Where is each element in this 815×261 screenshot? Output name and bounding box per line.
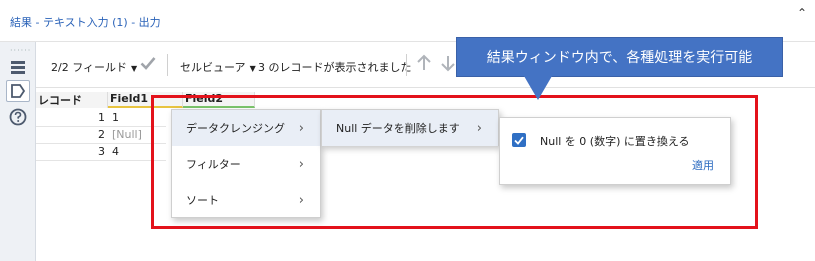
menu-item-label: ソート bbox=[186, 194, 219, 207]
scroll-down-button[interactable] bbox=[440, 54, 456, 75]
menu-item-data-cleansing[interactable]: データクレンジング › bbox=[172, 110, 320, 146]
toolbar-divider bbox=[167, 54, 168, 76]
row-number: 2 bbox=[98, 128, 105, 141]
checkmark-icon bbox=[514, 136, 524, 145]
tag-icon bbox=[11, 84, 26, 98]
fields-dropdown[interactable]: 2/2 フィールド ▼ bbox=[51, 59, 137, 75]
row-divider bbox=[36, 143, 166, 144]
cell-viewer-dropdown[interactable]: セルビューア ▼ bbox=[180, 59, 256, 75]
results-sidebar: ······ bbox=[0, 42, 36, 261]
checkmark-icon bbox=[140, 57, 156, 70]
apply-link[interactable]: 適用 bbox=[692, 157, 714, 173]
chevron-down-icon: ▼ bbox=[249, 64, 256, 73]
fields-label: 2/2 フィールド bbox=[51, 61, 127, 74]
callout-pointer bbox=[524, 76, 552, 100]
table-cell[interactable]: 1 bbox=[112, 111, 119, 125]
field1-column-header[interactable]: Field1 bbox=[108, 92, 183, 108]
submenu: Null データを削除します › bbox=[321, 109, 499, 146]
record-column-header[interactable]: レコード bbox=[36, 92, 108, 108]
table-cell[interactable]: [Null] bbox=[112, 128, 142, 142]
replace-null-label: Null を 0 (数字) に置き換える bbox=[540, 135, 690, 148]
submenu-item-label: Null データを削除します bbox=[336, 122, 460, 135]
records-count: 3 のレコードが表示されました bbox=[258, 61, 412, 74]
menu-item-sort[interactable]: ソート › bbox=[172, 182, 320, 218]
list-icon bbox=[11, 61, 25, 74]
scroll-up-button[interactable] bbox=[416, 54, 432, 75]
null-replace-panel: Null を 0 (数字) に置き換える 適用 bbox=[499, 117, 731, 185]
row-number: 1 bbox=[98, 111, 105, 124]
table-cell[interactable]: 4 bbox=[112, 145, 119, 159]
list-view-button[interactable] bbox=[6, 56, 30, 78]
arrow-up-icon bbox=[417, 54, 431, 70]
grip-icon: ······ bbox=[10, 46, 32, 55]
row-number: 3 bbox=[98, 145, 105, 158]
context-menu: データクレンジング › フィルター › ソート › bbox=[171, 109, 321, 218]
chevron-right-icon: › bbox=[298, 156, 304, 172]
tag-view-button[interactable] bbox=[6, 80, 30, 102]
row-divider bbox=[36, 126, 166, 127]
toolbar-divider bbox=[406, 54, 407, 76]
field2-column-header[interactable]: Field2 bbox=[183, 92, 255, 108]
arrow-down-icon bbox=[441, 56, 455, 72]
help-icon bbox=[9, 108, 27, 126]
menu-item-label: フィルター bbox=[186, 158, 241, 171]
callout-box: 結果ウィンドウ内で、各種処理を実行可能 bbox=[456, 37, 783, 77]
window-titlebar: 結果 - テキスト入力 (1) - 出力 ⌃ bbox=[0, 0, 815, 42]
chevron-right-icon: › bbox=[298, 192, 304, 208]
menu-item-remove-null[interactable]: Null データを削除します › bbox=[322, 110, 498, 146]
window-title: 結果 - テキスト入力 (1) - 出力 bbox=[10, 16, 161, 29]
chevron-right-icon: › bbox=[298, 120, 304, 136]
help-button[interactable] bbox=[6, 106, 30, 128]
menu-item-label: データクレンジング bbox=[186, 122, 285, 135]
collapse-icon[interactable]: ⌃ bbox=[797, 6, 807, 20]
replace-null-checkbox[interactable] bbox=[512, 133, 526, 147]
cell-viewer-label: セルビューア bbox=[180, 61, 246, 74]
apply-fields-button[interactable] bbox=[140, 56, 156, 73]
chevron-down-icon: ▼ bbox=[130, 64, 138, 73]
row-divider bbox=[36, 160, 166, 161]
chevron-right-icon: › bbox=[476, 120, 482, 136]
menu-item-filter[interactable]: フィルター › bbox=[172, 146, 320, 182]
callout-text: 結果ウィンドウ内で、各種処理を実行可能 bbox=[486, 50, 753, 66]
